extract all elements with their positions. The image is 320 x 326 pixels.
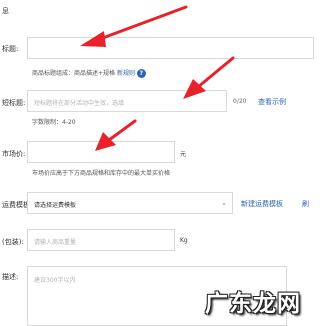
site-watermark: 广东龙网 <box>205 290 301 317</box>
weight-input[interactable]: 请输入商品重量 <box>27 229 175 251</box>
weight-placeholder: 请输入商品重量 <box>34 239 77 246</box>
shipping-template-select[interactable]: 请选择运费模板 ⌄ <box>27 192 233 214</box>
market-price-unit: 元 <box>180 151 187 158</box>
title-hint-text: 商品标题组成：商品描述+规格 <box>32 70 116 77</box>
short-title-placeholder: 短标题将在部分活动中生效，选填 <box>34 100 125 107</box>
short-title-char-limit: 字数限制：4-20 <box>32 119 76 126</box>
description-label: 描述: <box>2 273 19 281</box>
title-input[interactable] <box>27 37 314 59</box>
new-shipping-template-link[interactable]: 新建运费模板 <box>241 199 283 209</box>
market-price-label: 市场价: <box>2 150 26 158</box>
description-placeholder: 建议300字以内 <box>34 277 76 284</box>
market-price-hint: 市场价应高于下方商品规格和库存中的最大单买价格 <box>32 170 171 177</box>
shipping-template-selected: 请选择运费模板 <box>34 202 77 209</box>
short-title-input[interactable]: 短标题将在部分活动中生效，选填 <box>27 90 227 112</box>
refresh-link[interactable]: 刷 <box>302 199 309 209</box>
new-rule-link[interactable]: 新规则 <box>117 70 135 77</box>
title-hint: 商品标题组成：商品描述+规格 新规则 ? <box>32 68 146 78</box>
market-price-input[interactable] <box>27 141 175 163</box>
view-example-link[interactable]: 查看示例 <box>258 97 286 107</box>
section-title-fragment: 息 <box>2 7 9 15</box>
weight-unit: Kg <box>180 237 188 244</box>
chevron-down-icon: ⌄ <box>221 199 227 207</box>
short-title-counter: 0/20 <box>233 98 247 105</box>
question-circle-icon[interactable]: ? <box>136 69 146 78</box>
weight-label: (包装): <box>2 238 24 246</box>
short-title-label: 短标题: <box>2 99 26 107</box>
title-label: 标题: <box>2 45 19 53</box>
